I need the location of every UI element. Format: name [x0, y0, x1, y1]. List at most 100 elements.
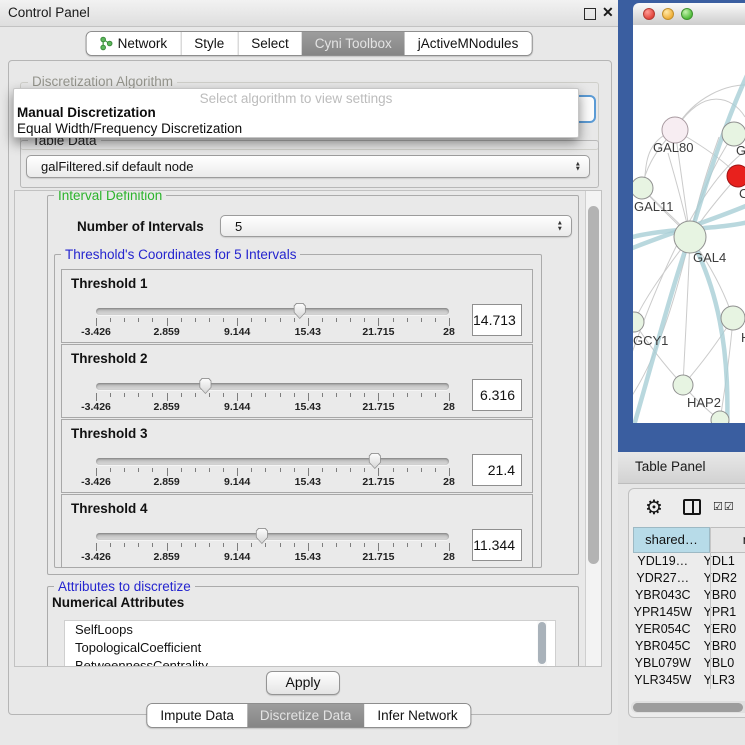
tab-network[interactable]: Network [87, 32, 181, 55]
slider-thumb[interactable] [367, 452, 382, 469]
table-horizontal-scrollbar-thumb[interactable] [633, 703, 743, 712]
network-node-gal4[interactable] [674, 221, 706, 253]
tick-mark [435, 393, 436, 397]
table-row[interactable]: YDR27…YDR2 [633, 570, 745, 587]
tick-label: 21.715 [362, 401, 394, 413]
node-label: GCY1 [633, 333, 668, 348]
settings-scrollbar[interactable] [585, 191, 601, 666]
cell-shared-name: YDL19… [633, 553, 693, 570]
tick-mark [322, 318, 323, 322]
tab-select[interactable]: Select [237, 32, 302, 55]
threshold-slider[interactable]: -3.4262.8599.14415.4321.71528 [96, 420, 449, 492]
tab-style[interactable]: Style [180, 32, 237, 55]
tab-label: Impute Data [160, 708, 234, 723]
cell-shared-name: YLR345W [633, 672, 693, 689]
attribute-item[interactable]: SelfLoops [65, 621, 555, 639]
cell-name: YDL1 [693, 553, 745, 570]
tick-mark [251, 318, 252, 322]
minimize-traffic-light-icon[interactable] [662, 8, 674, 20]
number-of-intervals-combobox[interactable]: 5 ▲▼ [220, 215, 572, 237]
gear-icon[interactable]: ⚙ [645, 495, 663, 520]
tick-label: 21.715 [362, 476, 394, 488]
slider-thumb[interactable] [292, 302, 307, 319]
network-node-gcy1[interactable] [633, 312, 644, 332]
dropdown-option-manual-discretization[interactable]: Manual Discretization [17, 105, 156, 121]
tab-infer-network[interactable]: Infer Network [364, 704, 470, 727]
threshold-value-field[interactable]: 11.344 [472, 529, 522, 561]
threshold-slider[interactable]: -3.4262.8599.14415.4321.71528 [96, 270, 449, 342]
float-window-icon[interactable] [584, 8, 596, 20]
tick-mark [152, 468, 153, 472]
tick-mark [181, 318, 182, 322]
algorithm-dropdown-popup: Select algorithm to view settings Manual… [13, 88, 579, 138]
threshold-slider[interactable]: -3.4262.8599.14415.4321.71528 [96, 345, 449, 417]
tab-cyni-toolbox[interactable]: Cyni Toolbox [302, 32, 405, 55]
attribute-item[interactable]: TopologicalCoefficient [65, 639, 555, 657]
zoom-traffic-light-icon[interactable] [681, 8, 693, 20]
tick-mark [378, 318, 379, 326]
tick-mark [421, 318, 422, 322]
table-row[interactable]: YBR045CYBR0 [633, 638, 745, 655]
dropdown-option-equal-width-frequency[interactable]: Equal Width/Frequency Discretization [17, 121, 242, 137]
tick-mark [181, 543, 182, 547]
settings-scrollbar-thumb[interactable] [588, 206, 599, 564]
cell-shared-name: YBL079W [633, 655, 693, 672]
tick-mark [308, 468, 309, 476]
attribute-list-scrollbar[interactable] [537, 621, 547, 667]
tick-label: 28 [443, 326, 455, 338]
close-traffic-light-icon[interactable] [643, 8, 655, 20]
column-header-name[interactable]: na [710, 527, 745, 553]
bottom-tabs: Impute Data Discretize Data Infer Network [146, 703, 471, 728]
table-row[interactable]: YDL19…YDL1 [633, 553, 745, 570]
slider-thumb[interactable] [198, 377, 213, 394]
tick-label: 2.859 [153, 326, 179, 338]
cell-shared-name: YDR27… [633, 570, 693, 587]
threshold-value-field[interactable]: 21.4 [472, 454, 522, 486]
threshold-value-field[interactable]: 14.713 [472, 304, 522, 336]
tick-mark [152, 393, 153, 397]
tick-mark [378, 393, 379, 401]
tab-discretize-data[interactable]: Discretize Data [247, 704, 365, 727]
column-header-shared-name[interactable]: shared… [633, 527, 710, 553]
table-horizontal-scrollbar[interactable] [631, 701, 745, 713]
tick-label: 2.859 [153, 476, 179, 488]
split-columns-icon[interactable] [683, 499, 701, 515]
table-row[interactable]: YBL079WYBL0 [633, 655, 745, 672]
threshold-value-field[interactable]: 6.316 [472, 379, 522, 411]
tick-mark [350, 468, 351, 472]
table-row[interactable]: YPR145WYPR1 [633, 604, 745, 621]
table-row[interactable]: YBR043CYBR0 [633, 587, 745, 604]
tick-mark [138, 318, 139, 322]
tick-mark [209, 468, 210, 472]
slider-thumb[interactable] [254, 527, 269, 544]
network-view-canvas[interactable]: GAL80GACGAL11GAL4GCY1HHAP2 [633, 25, 745, 423]
slider-track[interactable] [96, 383, 449, 390]
network-node-gal11[interactable] [633, 177, 653, 199]
tab-label: Infer Network [377, 708, 457, 723]
network-node-hap2[interactable] [673, 375, 693, 395]
tab-jactivemnodules[interactable]: jActiveMNodules [405, 32, 532, 55]
network-node-c[interactable] [727, 165, 745, 187]
attribute-list-scrollbar-thumb[interactable] [538, 622, 546, 664]
tick-mark [280, 543, 281, 547]
slider-track[interactable] [96, 533, 449, 540]
slider-track[interactable] [96, 308, 449, 315]
slider-track[interactable] [96, 458, 449, 465]
select-columns-icon[interactable]: ☑☑ [713, 500, 735, 513]
numeric-attribute-list[interactable]: SelfLoopsTopologicalCoefficientBetweenne… [64, 620, 556, 667]
attribute-item[interactable]: BetweennessCentrality [65, 657, 555, 667]
interval-definition-group: Interval Definition Number of Intervals … [47, 195, 579, 575]
tick-mark [124, 468, 125, 472]
column-divider[interactable] [710, 527, 711, 689]
network-node-h[interactable] [721, 306, 745, 330]
table-row[interactable]: YER054CYER0 [633, 621, 745, 638]
table-data-combobox[interactable]: galFiltered.sif default node ▲▼ [26, 155, 590, 178]
tick-mark [350, 393, 351, 397]
apply-button[interactable]: Apply [266, 671, 340, 695]
threshold-slider[interactable]: -3.4262.8599.14415.4321.71528 [96, 495, 449, 567]
tick-mark [195, 543, 196, 547]
close-icon[interactable]: ✕ [602, 4, 614, 21]
tick-mark [449, 393, 450, 401]
table-row[interactable]: YLR345WYLR3 [633, 672, 745, 689]
tab-impute-data[interactable]: Impute Data [147, 704, 247, 727]
